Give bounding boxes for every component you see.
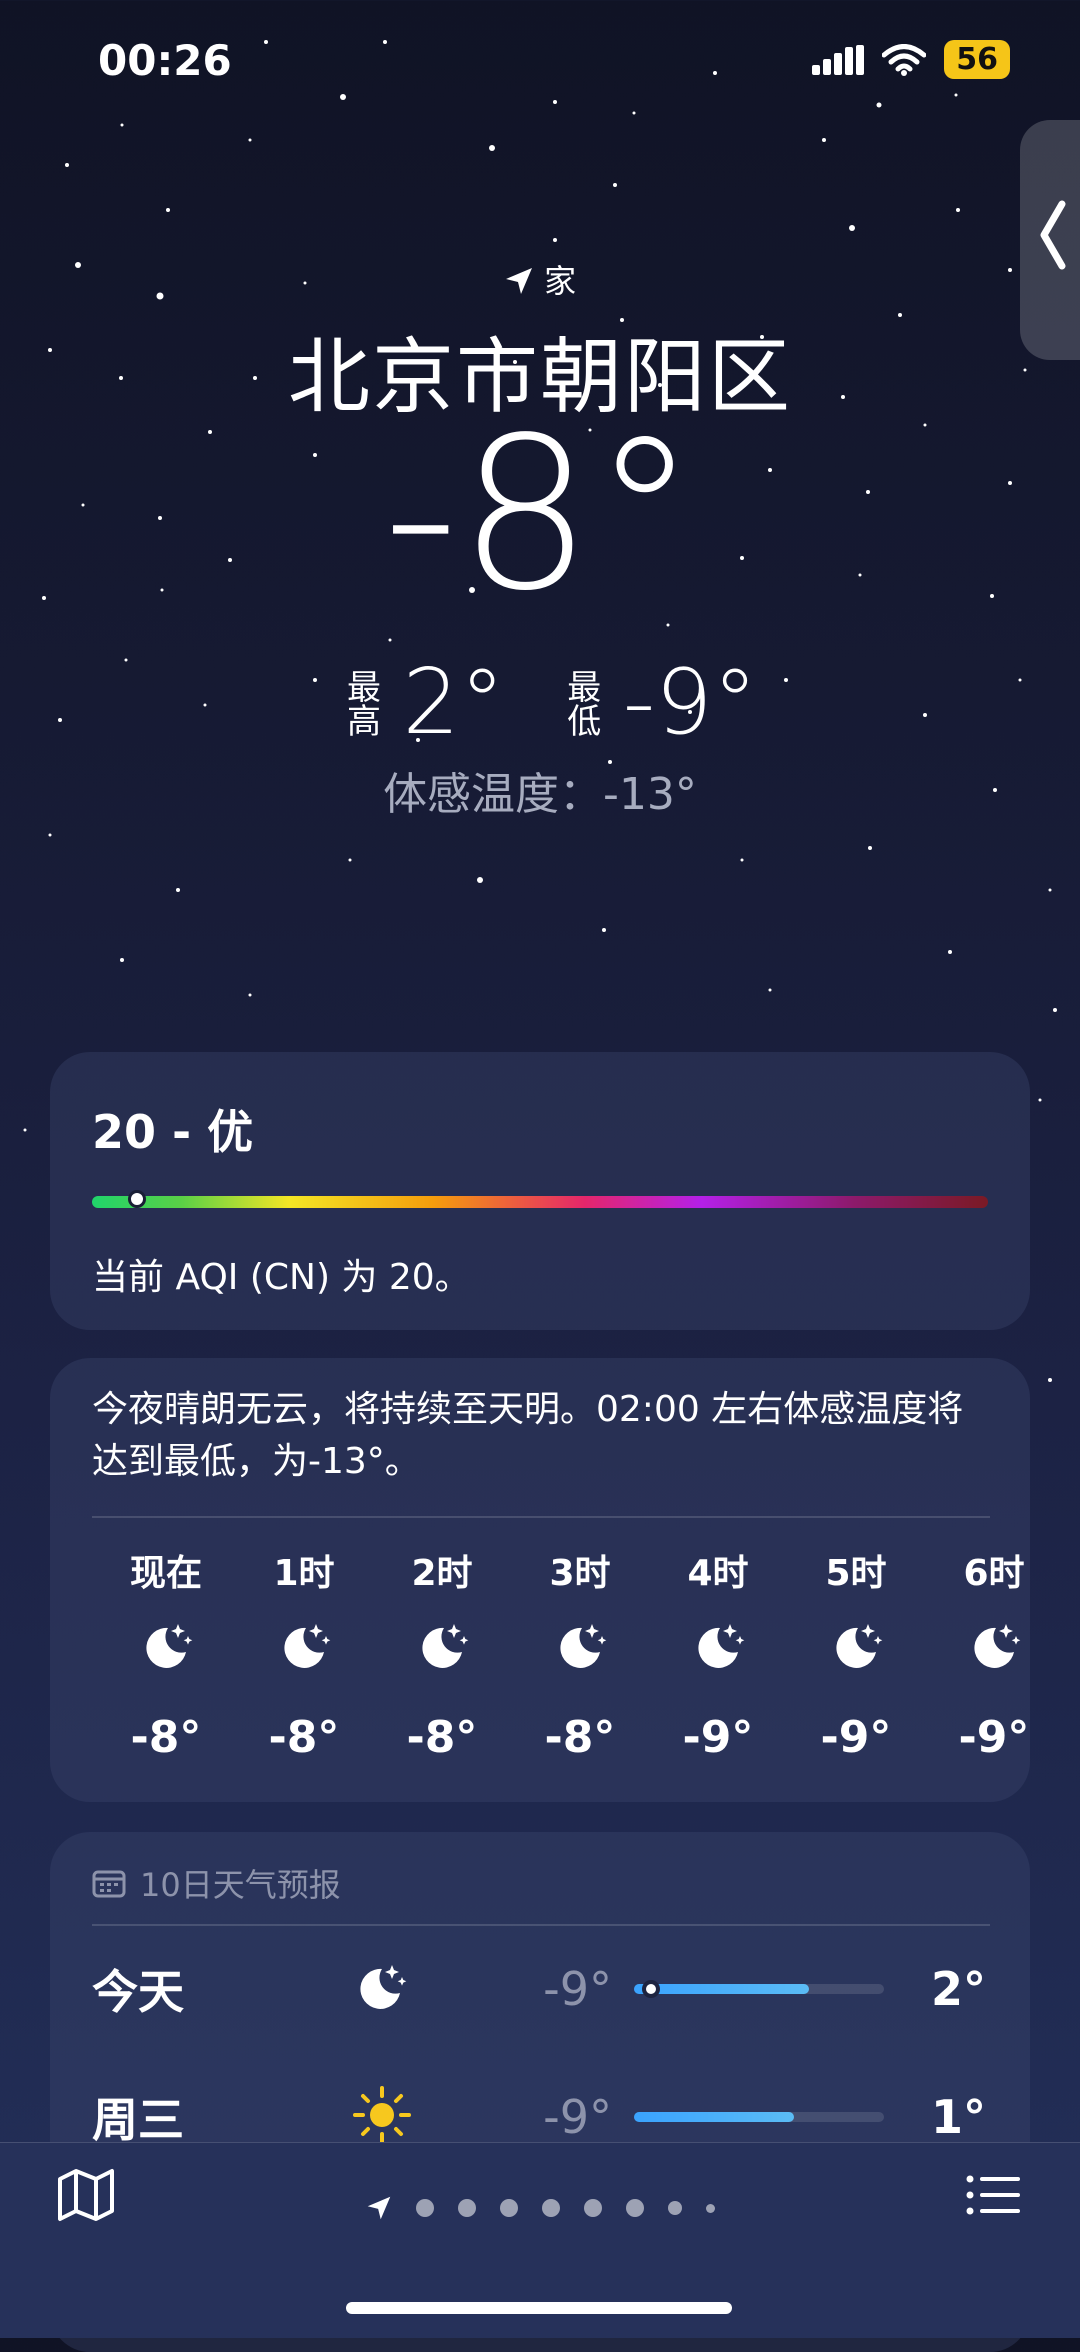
forecast-low: -9° (543, 1962, 612, 2016)
hourly-forecast-card[interactable]: 今夜晴朗无云，将持续至天明。02:00 左右体感温度将达到最低，为-13°。 现… (50, 1358, 1030, 1802)
page-dot[interactable] (705, 2203, 715, 2213)
forecast-header: 10日天气预报 (92, 1860, 341, 1906)
hour-label: 现在 (129, 1553, 202, 1594)
hour-label: 6时 (963, 1553, 1025, 1594)
forecast-header-text: 10日天气预报 (140, 1866, 341, 1904)
temperature-range-bar (634, 2112, 884, 2122)
status-time: 00:26 (98, 36, 232, 85)
sun-icon (352, 2085, 472, 2149)
calendar-icon (92, 1870, 126, 1898)
current-temperature: -8° (382, 392, 698, 637)
page-dot[interactable] (583, 2199, 602, 2217)
moon-stars-icon (690, 1618, 746, 1698)
moon-stars-icon (552, 1618, 608, 1698)
location-label-text: 家 (544, 262, 577, 300)
forecast-high: 1° (930, 2090, 986, 2144)
moon-stars-icon (352, 1959, 472, 2019)
aqi-title: 20 - 优 (92, 1105, 254, 1159)
hour-label: 1时 (273, 1553, 335, 1594)
signal-icon (812, 44, 865, 75)
status-icons: 56 (812, 40, 1010, 79)
low-label-text: 最低 (560, 668, 601, 737)
forecast-day: 今天 (92, 1965, 184, 2019)
divider (92, 1516, 990, 1518)
aqi-level-marker (127, 1190, 146, 1208)
forecast-high: 2° (930, 1962, 986, 2016)
moon-stars-icon (828, 1618, 884, 1698)
current-temp-marker (641, 1980, 660, 1998)
hourly-item: 现在 -8° (92, 1544, 240, 1763)
moon-stars-icon (414, 1618, 470, 1698)
list-icon[interactable] (964, 2165, 1024, 2225)
temperature-range-bar (634, 1980, 884, 1998)
battery-indicator: 56 (944, 40, 1010, 79)
temperature-range-fill (634, 1984, 809, 1994)
high-value: 2° (402, 650, 505, 755)
aqi-gradient-bar (92, 1196, 988, 1208)
moon-stars-icon (276, 1618, 332, 1698)
temperature-range-fill (634, 2112, 794, 2122)
home-indicator (346, 2302, 732, 2314)
location-label: 家 (0, 256, 1080, 302)
hour-temperature: -9° (682, 1712, 754, 1763)
hour-temperature: -8° (268, 1712, 340, 1763)
hourly-item: 6时 -9° (920, 1544, 1030, 1763)
hourly-item: 4时 -9° (644, 1544, 792, 1763)
hour-temperature: -9° (958, 1712, 1030, 1763)
location-arrow-icon (505, 268, 532, 294)
hour-label: 2时 (411, 1553, 473, 1594)
low-value: -9° (622, 650, 758, 755)
page-dot[interactable] (499, 2199, 518, 2217)
page-dot[interactable] (667, 2201, 682, 2215)
page-dot[interactable] (625, 2199, 644, 2217)
hourly-item: 2时 -8° (368, 1544, 516, 1763)
forecast-day: 周三 (92, 2093, 184, 2147)
hour-label: 4时 (687, 1553, 749, 1594)
page-dot[interactable] (415, 2199, 434, 2217)
aqi-description: 当前 AQI (CN) 为 20。 (92, 1257, 471, 1298)
low-label: 最低 (543, 669, 619, 737)
forecast-row[interactable]: 今天 -9° 2° (92, 1926, 988, 2052)
air-quality-card[interactable]: 20 - 优 当前 AQI (CN) 为 20。 (50, 1052, 1030, 1330)
forecast-low: -9° (543, 2090, 612, 2144)
wifi-icon (882, 43, 927, 76)
page-dot[interactable] (541, 2199, 560, 2217)
hour-label: 3时 (549, 1553, 611, 1594)
hourly-summary: 今夜晴朗无云，将持续至天明。02:00 左右体感温度将达到最低，为-13°。 (92, 1389, 964, 1482)
hourly-item: 5时 -9° (782, 1544, 930, 1763)
hour-temperature: -8° (130, 1712, 202, 1763)
hourly-item: 1时 -8° (230, 1544, 378, 1763)
high-label: 最高 (322, 669, 398, 737)
high-low-temperatures: 最高 2° 最低 -9° (0, 650, 1080, 755)
hour-temperature: -8° (544, 1712, 616, 1763)
hourly-scroll-list[interactable]: 现在 -8° 1时 -8° 2时 -8° 3时 -8° 4时 -9° 5时 -9° 6时 -9° (92, 1544, 1030, 1763)
hour-temperature: -8° (406, 1712, 478, 1763)
location-arrow-icon (367, 2196, 390, 2220)
hour-temperature: -9° (820, 1712, 892, 1763)
page-indicator[interactable] (0, 2195, 1080, 2221)
high-label-text: 最高 (340, 668, 381, 737)
hourly-item: 3时 -8° (506, 1544, 654, 1763)
moon-stars-icon (138, 1618, 194, 1698)
hour-label: 5时 (825, 1553, 887, 1594)
page-dot[interactable] (457, 2199, 476, 2217)
moon-stars-icon (966, 1618, 1022, 1698)
feels-like-temperature: 体感温度：-13° (383, 769, 697, 820)
